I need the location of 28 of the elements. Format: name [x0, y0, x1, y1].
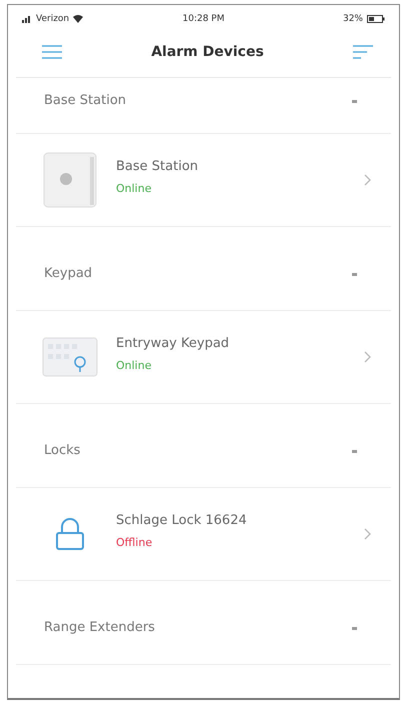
section-title: Keypad: [44, 266, 92, 281]
collapse-icon[interactable]: [352, 627, 357, 630]
filter-icon[interactable]: [353, 45, 373, 59]
signal-icon: [22, 16, 32, 22]
collapse-icon[interactable]: [352, 100, 357, 103]
battery-icon: [367, 15, 385, 23]
collapse-icon[interactable]: [352, 450, 357, 453]
clock-time: 10:28 PM: [182, 14, 224, 24]
section-title: Locks: [44, 443, 80, 458]
chevron-icon[interactable]: [364, 528, 371, 540]
page-title: Alarm Devices: [151, 44, 264, 60]
section-title: Range Extenders: [44, 620, 155, 635]
base-station-icon: [42, 151, 98, 209]
section-title: Base Station: [44, 93, 126, 108]
device-name: Entryway Keypad: [116, 336, 230, 351]
chevron-icon[interactable]: [364, 174, 371, 186]
device-status: Online: [116, 182, 152, 195]
battery-percent: 32%: [342, 14, 363, 24]
device-status: Online: [116, 359, 152, 372]
device-name: Schlage Lock 16624: [116, 513, 248, 528]
carrier-name: Verizon: [36, 14, 70, 24]
menu-icon[interactable]: [42, 45, 62, 59]
collapse-icon[interactable]: [352, 273, 357, 276]
wifi-icon: [73, 15, 84, 23]
device-name: Base Station: [116, 159, 200, 174]
device-status: Offline: [116, 536, 154, 549]
keypad-icon: [42, 336, 98, 378]
chevron-icon[interactable]: [364, 351, 371, 363]
